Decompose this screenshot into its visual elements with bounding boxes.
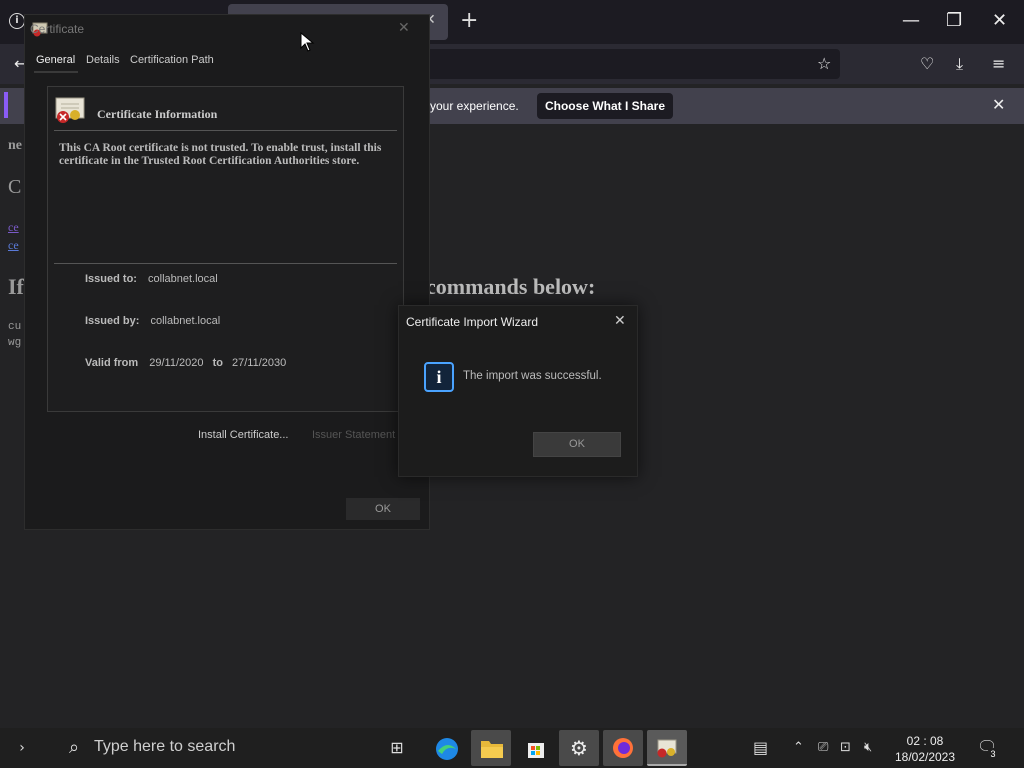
page-fragment: ne xyxy=(8,138,22,153)
page-fragment: cu xyxy=(8,321,22,333)
divider xyxy=(54,130,397,131)
edge-icon[interactable] xyxy=(434,736,460,762)
valid-from-value: 29/11/2020 xyxy=(149,357,204,369)
active-tab-underline xyxy=(34,71,78,73)
page-fragment: wg xyxy=(8,337,22,349)
issued-by-label: Issued by: xyxy=(85,315,140,327)
pocket-icon[interactable]: ♡ xyxy=(920,54,934,73)
notification-text: your experience. xyxy=(430,99,519,113)
settings-gear-icon[interactable]: ⚙ xyxy=(559,732,599,764)
camera-icon[interactable]: ⎚ xyxy=(818,740,828,755)
valid-row: Valid from 29/11/2020 to 27/11/2030 xyxy=(85,357,286,369)
tab-certification-path[interactable]: Certification Path xyxy=(130,54,214,66)
url-bar[interactable] xyxy=(420,49,840,79)
wizard-close-icon[interactable]: ✕ xyxy=(614,313,626,329)
certificate-taskbar-icon[interactable] xyxy=(655,737,679,759)
issuer-statement-button[interactable]: Issuer Statement xyxy=(312,429,395,441)
issued-to-row: Issued to: collabnet.local xyxy=(85,273,218,285)
certificate-error-icon xyxy=(55,97,85,123)
tab-general[interactable]: General xyxy=(36,54,75,66)
microsoft-store-icon[interactable] xyxy=(525,737,547,759)
information-icon: i xyxy=(424,362,454,392)
minimize-icon[interactable]: — xyxy=(902,10,920,31)
chevron-up-icon[interactable]: ⌃ xyxy=(793,740,804,755)
page-fragment: If xyxy=(8,274,24,299)
certificate-info-title: Certificate Information xyxy=(97,107,218,121)
folder-icon[interactable] xyxy=(480,737,504,759)
valid-from-label: Valid from xyxy=(85,357,139,369)
speaker-muted-icon[interactable]: 🔇︎ xyxy=(864,740,872,755)
notification-close-icon[interactable]: ✕ xyxy=(992,95,1005,114)
news-widget-icon[interactable]: ▤ xyxy=(753,738,768,757)
certificate-dialog-title: Certificate xyxy=(30,22,85,36)
task-view-icon[interactable]: ⊞ xyxy=(377,732,417,764)
page-link[interactable]: ce xyxy=(8,238,19,253)
issued-by-row: Issued by: collabnet.local xyxy=(85,315,220,327)
menu-icon[interactable]: ≡ xyxy=(992,54,1005,73)
clock[interactable]: 02 : 08 18/02/2023 xyxy=(890,733,960,765)
certificate-close-icon[interactable]: ✕ xyxy=(398,20,410,36)
notification-accent xyxy=(4,92,8,118)
restore-icon[interactable]: ❐ xyxy=(946,10,962,31)
network-icon[interactable]: ⊡ xyxy=(840,740,851,755)
taskbar-search-input[interactable]: Type here to search xyxy=(94,738,235,756)
page-link[interactable]: ce xyxy=(8,220,19,235)
search-icon[interactable]: ⌕ xyxy=(54,732,94,764)
info-icon[interactable]: i xyxy=(9,13,25,29)
valid-to-value: 27/11/2030 xyxy=(232,357,287,369)
clock-date: 18/02/2023 xyxy=(894,750,956,764)
wizard-message: The import was successful. xyxy=(463,370,602,382)
certificate-ok-button[interactable]: OK xyxy=(346,498,420,520)
bookmark-star-icon[interactable]: ☆ xyxy=(817,54,831,73)
download-icon[interactable]: ⤓ xyxy=(956,54,963,74)
valid-to-label: to xyxy=(212,357,223,369)
tab-details[interactable]: Details xyxy=(86,54,120,66)
page-fragment: C xyxy=(8,176,22,198)
window-close-icon[interactable]: ✕ xyxy=(992,10,1007,31)
notification-count-badge: 3 xyxy=(987,748,999,760)
firefox-icon[interactable] xyxy=(611,736,635,760)
issued-to-label: Issued to: xyxy=(85,273,137,285)
certificate-trust-message: This CA Root certificate is not trusted.… xyxy=(59,142,382,167)
wizard-ok-button[interactable]: OK xyxy=(533,432,621,457)
choose-what-i-share-button[interactable]: Choose What I Share xyxy=(537,93,673,119)
divider xyxy=(54,263,397,264)
clock-time: 02 : 08 xyxy=(906,734,944,748)
chevron-right-icon[interactable]: › xyxy=(2,732,42,764)
wizard-title: Certificate Import Wizard xyxy=(406,315,539,329)
mouse-cursor-icon xyxy=(300,32,315,52)
issued-to-value: collabnet.local xyxy=(148,273,218,285)
install-certificate-button[interactable]: Install Certificate... xyxy=(198,429,288,441)
new-tab-icon[interactable]: + xyxy=(460,8,478,33)
issued-by-value: collabnet.local xyxy=(150,315,221,327)
commands-heading: commands below: xyxy=(426,274,596,299)
